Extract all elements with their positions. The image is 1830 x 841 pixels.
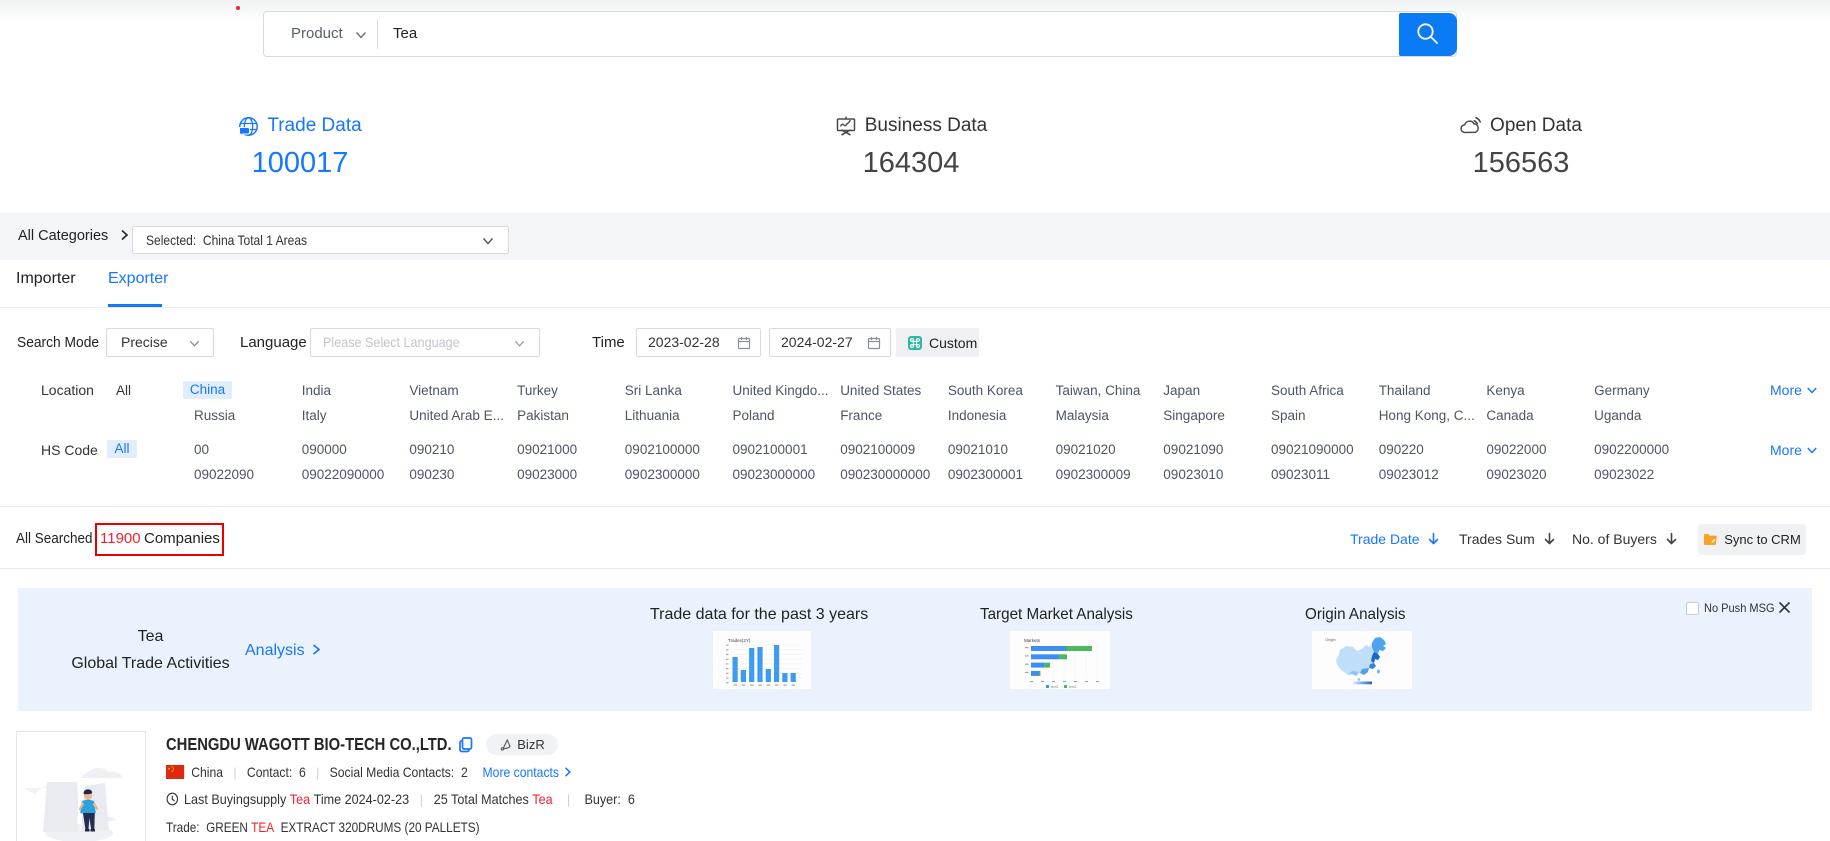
svg-text:Origin: Origin <box>1325 637 1336 642</box>
svg-text:text2: text2 <box>1069 685 1077 689</box>
svg-text:Markets: Markets <box>1024 638 1041 643</box>
svg-text:text1: text1 <box>1051 685 1059 689</box>
svg-text:Trades(2Y): Trades(2Y) <box>728 638 751 643</box>
